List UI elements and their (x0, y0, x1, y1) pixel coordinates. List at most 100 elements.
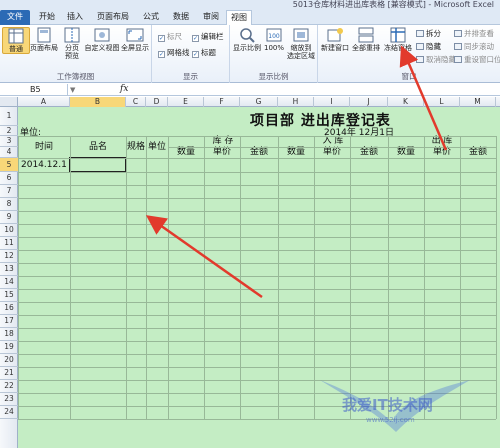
column-header[interactable]: K (388, 97, 424, 107)
row-header[interactable]: 2 (0, 126, 18, 136)
column-header[interactable]: J (350, 97, 388, 107)
column-header[interactable]: C (126, 97, 146, 107)
tab-file[interactable]: 文件 (0, 10, 30, 25)
window-group-label: 窗口 (401, 72, 417, 81)
column-header[interactable]: B (70, 97, 126, 107)
grid-row-line (18, 302, 496, 303)
chevron-down-icon[interactable]: ▼ (70, 84, 75, 96)
cell-area[interactable]: 项目部 进出库登记表 单位: 2014年 12月1日 时间 品名 规格 单位 库… (18, 107, 500, 448)
row-header[interactable]: 20 (0, 354, 18, 367)
header-unit: 单位 (147, 142, 166, 152)
group-show: ✓ 标尺 ✓ 编辑栏 ✓ 网格线 ✓ 标题 显示 (152, 25, 230, 83)
new-window-icon (327, 28, 343, 42)
zoom-to-selection-button[interactable]: 缩放到 选定区域 (286, 27, 316, 60)
headings-checkbox[interactable]: ✓ 标题 (192, 47, 216, 58)
headings-check-box[interactable]: ✓ (192, 51, 199, 58)
row-header[interactable]: 13 (0, 263, 18, 276)
grid-column-line (168, 136, 169, 419)
column-header[interactable]: L (424, 97, 460, 107)
unhide-button[interactable]: 取消隐藏 (416, 54, 456, 65)
arrange-all-button[interactable]: 全部重排 (350, 27, 382, 52)
tab-review[interactable]: 审阅 (198, 10, 224, 25)
row-header[interactable]: 12 (0, 250, 18, 263)
row-header[interactable]: 19 (0, 341, 18, 354)
tab-insert[interactable]: 插入 (62, 10, 88, 25)
column-header[interactable]: I (314, 97, 350, 107)
page-layout-view-button[interactable]: 页面布局 (30, 27, 58, 52)
column-header[interactable]: F (204, 97, 240, 107)
row-header[interactable]: 9 (0, 211, 18, 224)
row-header[interactable]: 23 (0, 393, 18, 406)
column-header[interactable]: A (18, 97, 70, 107)
normal-view-button[interactable]: 普通 (2, 27, 30, 54)
grid-column-line (240, 136, 241, 419)
tab-home[interactable]: 开始 (34, 10, 60, 25)
formula-bar-check-box[interactable]: ✓ (192, 35, 199, 42)
side-by-side-button[interactable]: 并排查看 (454, 28, 494, 39)
zoom-100-button[interactable]: 100 100% (262, 27, 286, 52)
grid-column-line (496, 136, 497, 419)
header-in: 入 库 (322, 136, 344, 146)
selected-cell-b5[interactable] (69, 157, 127, 173)
row-header[interactable]: 6 (0, 172, 18, 185)
grid-column-line (204, 136, 205, 419)
custom-views-button[interactable]: 自定义视图 (84, 27, 120, 52)
tab-data[interactable]: 数据 (168, 10, 194, 25)
column-header[interactable]: H (278, 97, 314, 107)
ribbon: 普通 页面布局 分页 预览 自定义视图 全屏显示 工作簿视图 ✓ 标尺 ✓ 编辑栏 … (0, 25, 500, 83)
freeze-panes-button[interactable]: 冻结窗格 (382, 27, 414, 52)
row-header[interactable]: 17 (0, 315, 18, 328)
page-break-preview-button[interactable]: 分页 预览 (58, 27, 86, 60)
subheader-stock-qty: 数量 (176, 147, 195, 157)
row-header[interactable]: 11 (0, 237, 18, 250)
grid-column-line (70, 136, 71, 419)
column-header[interactable]: D (146, 97, 168, 107)
ruler-check-box[interactable]: ✓ (158, 35, 165, 42)
gridlines-checkbox[interactable]: ✓ 网格线 (158, 47, 190, 58)
sync-scroll-icon (454, 43, 462, 50)
tab-view[interactable]: 视图 (226, 10, 252, 25)
row-header[interactable]: 15 (0, 289, 18, 302)
grid-column-line (314, 136, 315, 419)
formula-bar-checkbox[interactable]: ✓ 编辑栏 (192, 31, 224, 42)
fx-icon[interactable]: fx (120, 84, 128, 95)
sync-scroll-button[interactable]: 同步滚动 (454, 41, 494, 52)
row-header[interactable]: 7 (0, 185, 18, 198)
row-header[interactable]: 10 (0, 224, 18, 237)
ruler-checkbox[interactable]: ✓ 标尺 (158, 31, 182, 42)
new-window-button[interactable]: 新建窗口 (320, 27, 350, 52)
tab-formulas[interactable]: 公式 (138, 10, 164, 25)
row-header[interactable]: 4 (0, 147, 18, 158)
full-screen-button[interactable]: 全屏显示 (120, 27, 150, 52)
row-header[interactable]: 24 (0, 406, 18, 419)
row-header[interactable]: 14 (0, 276, 18, 289)
row-header[interactable]: 1 (0, 107, 18, 126)
row-header[interactable]: 21 (0, 367, 18, 380)
normal-view-icon (8, 28, 24, 44)
grid-row-line (18, 341, 496, 342)
row-header[interactable]: 3 (0, 136, 18, 147)
column-header[interactable]: E (168, 97, 204, 107)
magnifier-icon (240, 28, 255, 43)
tab-page-layout[interactable]: 页面布局 (92, 10, 134, 25)
row-header[interactable]: 22 (0, 380, 18, 393)
custom-views-icon (94, 28, 110, 42)
formula-input[interactable] (134, 85, 496, 95)
grid-row-line (18, 198, 496, 199)
column-header[interactable]: M (460, 97, 496, 107)
split-button[interactable]: 拆分 (416, 28, 441, 39)
gridlines-check-box[interactable]: ✓ (158, 51, 165, 58)
first-date-cell[interactable]: 2014.12.1 (21, 160, 67, 170)
sync-scroll-label: 同步滚动 (464, 42, 494, 51)
select-all-corner[interactable] (0, 97, 18, 107)
row-header[interactable]: 18 (0, 328, 18, 341)
name-box[interactable]: B5 (0, 84, 68, 96)
row-header[interactable]: 5 (0, 158, 18, 172)
hide-button[interactable]: 隐藏 (416, 41, 441, 52)
row-header[interactable]: 16 (0, 302, 18, 315)
row-header[interactable]: 8 (0, 198, 18, 211)
reset-position-button[interactable]: 重设窗口位置 (454, 54, 500, 65)
column-header[interactable]: G (240, 97, 278, 107)
zoom-100-label: 100% (263, 44, 284, 52)
zoom-button[interactable]: 显示比例 (232, 27, 262, 52)
